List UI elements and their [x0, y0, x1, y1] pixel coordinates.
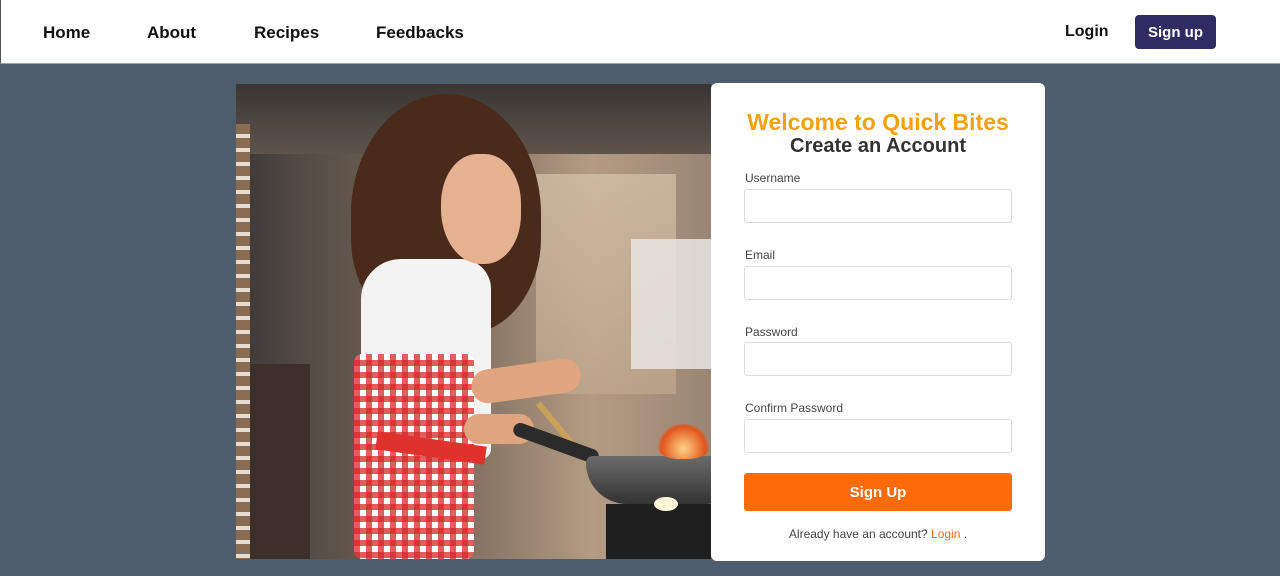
nav-about-link[interactable]: About	[147, 23, 196, 43]
range-hood	[631, 239, 711, 369]
woman-face	[441, 154, 521, 264]
nav-recipes-link[interactable]: Recipes	[254, 23, 319, 43]
confirm-password-label: Confirm Password	[745, 401, 844, 415]
burner-light	[654, 497, 678, 511]
login-link[interactable]: Login	[931, 527, 960, 541]
password-input[interactable]	[744, 342, 1012, 376]
password-label: Password	[745, 325, 798, 339]
pan-flame	[656, 424, 711, 459]
nav-signup-button[interactable]: Sign up	[1135, 15, 1216, 49]
login-prompt: Already have an account? Login .	[711, 527, 1045, 541]
welcome-heading: Welcome to Quick Bites	[747, 109, 1009, 135]
login-prompt-text: Already have an account?	[788, 527, 928, 541]
kitchen-cabinet	[250, 364, 310, 559]
nav-login-link[interactable]: Login	[1065, 23, 1109, 41]
stove	[606, 504, 711, 559]
signup-card: Welcome to Quick Bites Create an Account…	[711, 83, 1045, 561]
login-prompt-period: .	[963, 527, 968, 541]
kitchen-shelf	[236, 124, 250, 559]
signup-submit-button[interactable]: Sign Up	[744, 473, 1012, 511]
nav-feedbacks-link[interactable]: Feedbacks	[376, 23, 464, 43]
frying-pan	[586, 456, 711, 504]
username-input[interactable]	[744, 189, 1012, 223]
nav-home-link[interactable]: Home	[43, 23, 90, 43]
username-label: Username	[745, 171, 801, 185]
navbar: Home About Recipes Feedbacks Login Sign …	[0, 0, 1280, 64]
email-label: Email	[745, 248, 776, 262]
form-title: Create an Account	[790, 135, 966, 157]
hero-image	[236, 84, 711, 559]
confirm-password-input[interactable]	[744, 419, 1012, 453]
email-input[interactable]	[744, 266, 1012, 300]
